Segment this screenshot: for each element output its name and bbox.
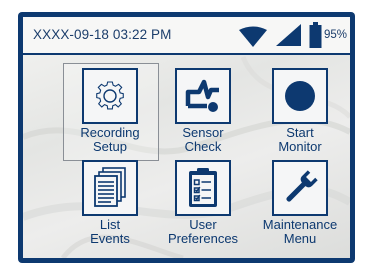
list-events-button[interactable]: List Events bbox=[61, 160, 159, 246]
user-preferences-label-line2: Preferences bbox=[167, 231, 239, 246]
maintenance-menu-label-line1: Maintenance bbox=[262, 217, 338, 232]
recording-setup-label: Recording Setup bbox=[61, 126, 159, 154]
user-preferences-label-line1: User bbox=[189, 217, 217, 232]
clipboard-checklist-icon bbox=[189, 168, 217, 207]
wifi-icon bbox=[239, 26, 267, 47]
list-events-label-line1: List bbox=[99, 217, 121, 232]
start-monitor-label-line2: Monitor bbox=[278, 139, 322, 154]
maintenance-menu-button[interactable]: Maintenance Menu bbox=[251, 160, 349, 246]
battery-percent: 95% bbox=[324, 29, 348, 41]
list-events-tile bbox=[82, 160, 138, 216]
recording-setup-tile bbox=[82, 68, 138, 124]
battery-icon bbox=[309, 22, 322, 48]
maintenance-menu-label-line2: Menu bbox=[283, 231, 317, 246]
list-events-label: List Events bbox=[61, 218, 159, 246]
document-list-icon bbox=[94, 167, 126, 207]
start-monitor-label: Start Monitor bbox=[251, 126, 349, 154]
recording-setup-button[interactable]: Recording Setup bbox=[61, 68, 159, 154]
maintenance-menu-tile bbox=[272, 160, 328, 216]
user-preferences-button[interactable]: User Preferences bbox=[154, 160, 252, 246]
datetime-label: XXXX-09-18 03:22 PM bbox=[33, 27, 172, 42]
recording-setup-label-line1: Recording bbox=[80, 125, 140, 140]
maintenance-menu-label: Maintenance Menu bbox=[251, 218, 349, 246]
user-preferences-label: User Preferences bbox=[154, 218, 252, 246]
start-monitor-button[interactable]: Start Monitor bbox=[251, 68, 349, 154]
start-monitor-tile bbox=[272, 68, 328, 124]
device-frame: XXXX-09-18 03:22 PM 95% Recording Setup … bbox=[18, 12, 355, 263]
sensor-check-label-line1: Sensor bbox=[182, 125, 224, 140]
start-monitor-label-line1: Start bbox=[286, 125, 314, 140]
list-events-label-line2: Events bbox=[90, 231, 130, 246]
screen: XXXX-09-18 03:22 PM 95% Recording Setup … bbox=[23, 17, 350, 258]
recording-setup-label-line2: Setup bbox=[93, 139, 127, 154]
sensor-check-label: Sensor Check bbox=[154, 126, 252, 154]
sensor-signal-icon bbox=[185, 79, 219, 112]
sensor-check-label-line2: Check bbox=[184, 139, 222, 154]
user-preferences-tile bbox=[175, 160, 231, 216]
record-dot-icon bbox=[285, 81, 315, 111]
status-bar: XXXX-09-18 03:22 PM 95% bbox=[23, 17, 350, 55]
sensor-check-tile bbox=[175, 68, 231, 124]
wrench-icon bbox=[286, 170, 318, 202]
gear-icon bbox=[96, 81, 124, 110]
sensor-check-button[interactable]: Sensor Check bbox=[154, 68, 252, 154]
signal-strength-icon bbox=[276, 24, 301, 46]
